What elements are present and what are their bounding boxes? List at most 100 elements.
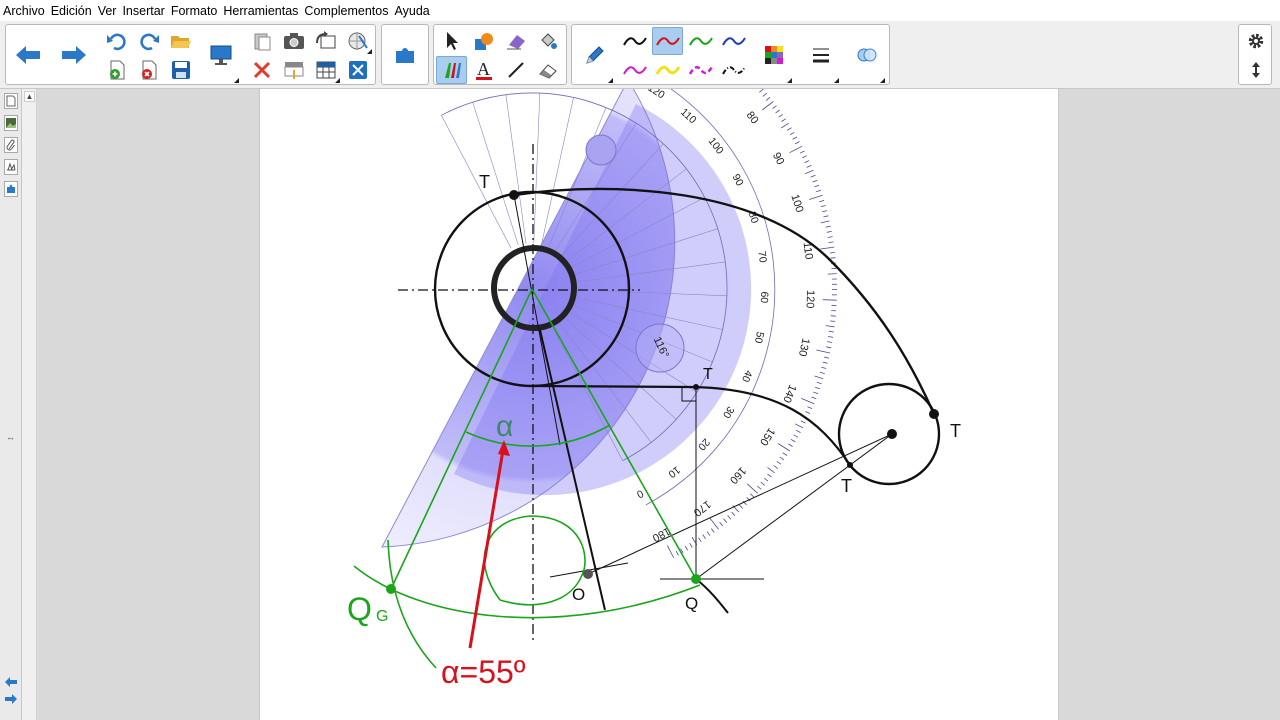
protractor-tick xyxy=(827,236,833,238)
protractor-tick xyxy=(789,145,803,154)
protractor-tick xyxy=(826,346,832,349)
protractor-rotate-handle[interactable] xyxy=(585,134,617,166)
protractor-tick xyxy=(806,165,812,168)
protractor-tick xyxy=(728,62,738,72)
drawing-canvas[interactable]: 01020 30 405060708090100110120130140150160… xyxy=(0,0,1280,720)
protractor-tick xyxy=(801,398,815,405)
protractor-tick xyxy=(795,429,801,433)
protractor-tick xyxy=(749,77,753,80)
protractor-tick xyxy=(819,371,825,374)
protractor-scale-label: 30 xyxy=(720,404,736,420)
protractor-tick xyxy=(805,411,811,414)
protractor-tick xyxy=(665,15,667,20)
protractor-tick xyxy=(731,511,736,516)
protractor-tick xyxy=(830,257,836,259)
protractor-scale-label: 80 xyxy=(744,109,761,126)
protractor-tick xyxy=(828,241,834,243)
protractor-tick xyxy=(780,122,789,129)
protractor-tick xyxy=(830,315,836,317)
protractor-scale-label: 0 xyxy=(634,487,645,500)
protractor-tick xyxy=(730,59,733,63)
label-q: Q xyxy=(685,594,698,613)
protractor-tick xyxy=(814,386,821,390)
protractor-scale-label: 130 xyxy=(796,337,812,357)
protractor-tick xyxy=(719,521,724,527)
protractor-tick xyxy=(794,141,800,145)
protractor-tick xyxy=(409,9,411,14)
protractor-tick xyxy=(823,356,829,359)
protractor-tick xyxy=(779,456,785,461)
protractor-scale-label: 100 xyxy=(788,193,805,214)
protractor-tick xyxy=(726,55,729,59)
protractor-tick xyxy=(722,52,725,56)
protractor-tick xyxy=(651,8,653,13)
protractor-tick xyxy=(434,0,436,4)
protractor-tick xyxy=(626,0,628,3)
protractor-tick xyxy=(750,493,755,498)
protractor-tick xyxy=(400,13,402,18)
label-alpha-value: α=55º xyxy=(441,654,526,690)
label-qg-subscript: G xyxy=(376,608,388,625)
protractor-tick xyxy=(750,81,757,87)
protractor-scale-label: 60 xyxy=(672,45,689,62)
protractor-tick xyxy=(760,481,765,486)
protractor-tick xyxy=(820,246,835,250)
label-t-lower: T xyxy=(841,476,852,496)
protractor-tick xyxy=(405,11,407,16)
protractor-tick xyxy=(759,89,764,93)
label-qg: Q xyxy=(347,591,372,627)
protractor-scale-label: 120 xyxy=(804,290,817,309)
protractor-tick xyxy=(718,49,721,53)
protractor-tick xyxy=(789,131,795,136)
protractor-tick xyxy=(656,10,658,15)
protractor-tick xyxy=(414,7,418,15)
protractor-tick xyxy=(761,101,774,111)
protractor-tick xyxy=(705,39,708,43)
protractor-tick xyxy=(757,485,762,490)
protractor-tick xyxy=(816,189,822,193)
protractor-tick xyxy=(756,85,760,88)
protractor-scale-label: 140 xyxy=(572,53,592,68)
protractor-tick xyxy=(819,200,825,203)
protractor-scale-label: 50 xyxy=(630,23,646,39)
protractor-tool[interactable]: 01020 30 405060708090100110120130140150160… xyxy=(381,0,837,559)
label-t-top: T xyxy=(479,172,490,192)
protractor-tick xyxy=(788,443,793,447)
label-t-right: T xyxy=(950,421,961,441)
protractor-tick xyxy=(820,220,830,224)
protractor-scale-label: 160 xyxy=(727,464,748,486)
protractor-tick xyxy=(799,150,805,154)
protractor-tick xyxy=(746,483,758,494)
protractor-scale-label: 150 xyxy=(532,50,550,63)
protractor-scale-label: 90 xyxy=(770,151,786,167)
protractor-scale-label: 160 xyxy=(491,51,510,65)
protractor-tick xyxy=(794,423,804,429)
protractor-tick xyxy=(706,531,711,536)
protractor-tick xyxy=(594,0,597,4)
protractor-tick xyxy=(698,537,702,542)
protractor-tick xyxy=(793,434,799,438)
protractor-tick xyxy=(804,160,810,163)
protractor-tick xyxy=(777,443,791,452)
protractor-tick xyxy=(765,96,771,101)
label-o: O xyxy=(572,585,585,604)
protractor-tick xyxy=(790,439,796,443)
protractor-tick xyxy=(723,518,728,523)
protractor-scale-label: 30 xyxy=(537,4,550,16)
protractor-tick xyxy=(778,114,784,118)
label-alpha: α xyxy=(496,410,513,443)
protractor-tick xyxy=(775,109,780,114)
protractor-tick xyxy=(827,273,837,275)
protractor-tick xyxy=(668,17,672,25)
protractor-tick xyxy=(641,4,643,9)
protractor-tick xyxy=(697,33,700,37)
protractor-tick xyxy=(830,320,836,322)
protractor-tick xyxy=(424,3,426,8)
protractor-scale-label: 170 xyxy=(451,58,471,75)
protractor-tick xyxy=(710,528,715,533)
protractor-tick xyxy=(688,30,696,42)
protractor-tick xyxy=(828,336,834,338)
q-curve[interactable] xyxy=(695,578,729,614)
protractor-tick xyxy=(814,375,824,380)
protractor-tick xyxy=(767,473,772,478)
